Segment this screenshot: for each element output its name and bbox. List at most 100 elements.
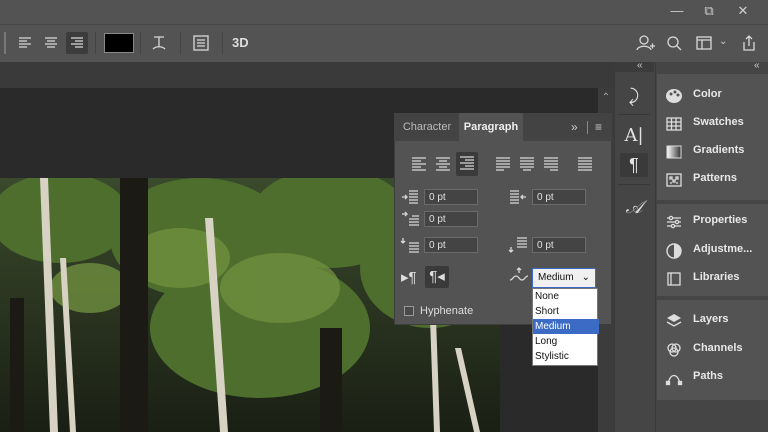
ltr-paragraph-icon: ▸¶ [401, 269, 417, 286]
panel-item-label: Libraries [693, 271, 740, 283]
warp-text-icon [152, 36, 166, 50]
panel-item-properties[interactable]: Properties [657, 208, 768, 236]
text-color-swatch[interactable] [104, 33, 134, 53]
restore-button[interactable]: ⧉ [693, 0, 725, 22]
adjustments-icon [666, 243, 682, 259]
space-before-input[interactable]: 0 pt [424, 237, 478, 253]
character-paragraph-panel-button[interactable] [190, 32, 212, 54]
tab-paragraph[interactable]: Paragraph [459, 113, 523, 141]
indent-left-input[interactable]: 0 pt [424, 189, 478, 205]
layers-icon [666, 314, 682, 327]
history-icon[interactable]: ⤸ [620, 84, 648, 108]
divider [180, 32, 181, 54]
chevron-down-icon: ⌄ [581, 272, 590, 283]
scroll-up-icon[interactable]: ⌃ [599, 92, 613, 106]
panel-item-swatches[interactable]: Swatches [657, 110, 768, 138]
character-panel-icon[interactable]: A| [620, 124, 648, 148]
panel-item-label: Channels [693, 342, 743, 354]
divider [618, 184, 650, 185]
document-tab-strip [0, 62, 614, 88]
divider [140, 32, 141, 54]
justify-last-right-icon [544, 157, 558, 171]
panel-toggle-icon [193, 35, 209, 51]
panel-item-color[interactable]: Color [657, 82, 768, 110]
glyphs-icon[interactable]: 𝒜 [620, 196, 648, 220]
libraries-icon [667, 272, 681, 286]
hyphenate-checkbox[interactable] [404, 306, 414, 316]
search-button[interactable] [663, 32, 685, 54]
indent-first-line-input[interactable]: 0 pt [424, 211, 478, 227]
panel-collapse-icon[interactable]: » [571, 120, 578, 134]
workspace-button[interactable] [693, 32, 715, 54]
user-add-icon [636, 35, 655, 51]
minimize-button[interactable]: — [661, 0, 693, 22]
gradient-icon [666, 145, 682, 159]
panel-item-libraries[interactable]: Libraries [657, 265, 768, 293]
indent-first-line-icon [400, 210, 420, 233]
justify-last-center-button[interactable] [518, 155, 536, 178]
para-align-center-button[interactable] [434, 155, 452, 178]
tab-character[interactable]: Character [396, 113, 458, 141]
panel-item-label: Color [693, 88, 722, 100]
workspace-icon [696, 36, 712, 50]
panel-icon-column [614, 62, 655, 432]
collapse-icon[interactable]: « [637, 60, 643, 71]
indent-right-icon [508, 188, 528, 211]
justify-all-button[interactable] [576, 155, 594, 178]
dropdown-option-stylistic[interactable]: Stylistic [533, 349, 599, 364]
dropdown-option-none[interactable]: None [533, 289, 599, 304]
swatches-grid-icon [666, 117, 682, 131]
para-align-right-button[interactable] [456, 152, 478, 176]
panel-menu-icon[interactable]: ≡ [595, 121, 602, 133]
space-after-icon [508, 236, 528, 259]
panel-item-label: Paths [693, 370, 723, 382]
paragraph-panel-icon[interactable]: ¶ [620, 153, 648, 177]
color-palette-icon [666, 89, 682, 103]
dropdown-selected-value: Medium [538, 272, 574, 283]
panel-item-label: Properties [693, 214, 748, 226]
divider [95, 32, 96, 54]
close-button[interactable]: ✕ [727, 0, 759, 22]
panel-item-patterns[interactable]: Patterns [657, 166, 768, 194]
panel-item-gradients[interactable]: Gradients [657, 138, 768, 166]
justify-all-icon [578, 157, 592, 171]
align-left-text-button[interactable] [14, 32, 36, 54]
align-center-text-button[interactable] [40, 32, 62, 54]
share-button[interactable] [738, 32, 760, 54]
justify-last-center-icon [520, 157, 534, 171]
justify-last-left-icon [496, 157, 510, 171]
justification-dropdown[interactable]: Medium ⌄ [532, 268, 596, 288]
panel-item-layers[interactable]: Layers [657, 307, 768, 335]
justification-alternate-icon [508, 266, 530, 291]
channels-icon [667, 343, 681, 357]
right-to-left-button[interactable]: ¶◂ [425, 266, 449, 288]
left-to-right-button[interactable]: ▸¶ [401, 268, 417, 286]
align-left-icon [19, 37, 31, 48]
justify-last-left-button[interactable] [494, 155, 512, 178]
para-align-center-icon [436, 157, 450, 171]
panel-item-paths[interactable]: Paths [657, 364, 768, 392]
dropdown-option-medium[interactable]: Medium [533, 319, 599, 334]
indent-right-input[interactable]: 0 pt [532, 189, 586, 205]
dropdown-option-long[interactable]: Long [533, 334, 599, 349]
space-before-icon [400, 236, 420, 259]
panel-item-label: Adjustme... [693, 243, 753, 255]
justify-last-right-button[interactable] [542, 155, 560, 178]
3d-button[interactable]: 3D [232, 35, 249, 50]
warp-text-button[interactable] [148, 32, 170, 54]
title-bar [0, 0, 768, 24]
panel-item-label: Gradients [693, 144, 745, 156]
collapse-icon[interactable]: « [754, 60, 760, 71]
indent-left-icon [400, 188, 420, 211]
dropdown-option-short[interactable]: Short [533, 304, 599, 319]
space-after-input[interactable]: 0 pt [532, 237, 586, 253]
share-user-button[interactable] [634, 32, 656, 54]
panel-item-adjustments[interactable]: Adjustme... [657, 237, 768, 265]
panel-item-channels[interactable]: Channels [657, 336, 768, 364]
para-align-left-button[interactable] [410, 155, 428, 178]
share-icon [743, 35, 755, 51]
panel-item-label: Layers [693, 313, 729, 325]
chevron-down-icon[interactable]: ⌄ [719, 36, 727, 47]
align-right-text-button[interactable] [66, 32, 88, 54]
align-right-icon [71, 37, 83, 48]
